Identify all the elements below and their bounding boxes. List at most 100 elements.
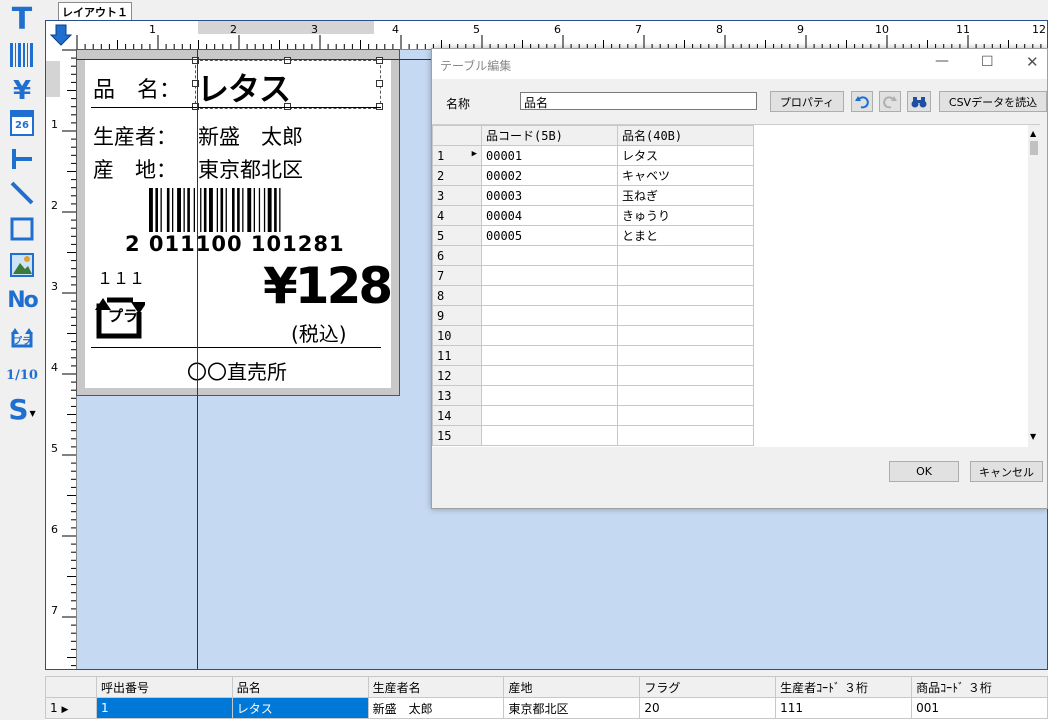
code-cell[interactable] [481, 265, 618, 286]
code-cell[interactable] [481, 425, 618, 446]
date-tool-icon[interactable]: 26 [6, 108, 38, 138]
property-button[interactable]: プロパティ [770, 91, 844, 112]
row-header[interactable]: 12 [432, 365, 482, 386]
table-row[interactable]: 7 [432, 265, 754, 286]
code-cell[interactable]: 00003 [481, 185, 618, 206]
name-cell[interactable] [617, 425, 754, 446]
rectangle-tool-icon[interactable] [6, 214, 38, 244]
code-cell[interactable] [481, 365, 618, 386]
cell-selected[interactable]: レタス [231, 697, 369, 719]
load-csv-button[interactable]: CSVデータを読込 [939, 91, 1047, 112]
redo-icon[interactable] [879, 91, 901, 112]
code-cell[interactable] [481, 345, 618, 366]
selection-box[interactable] [195, 60, 381, 109]
row-header[interactable]: 9 [432, 305, 482, 326]
number-tool-icon[interactable]: No [6, 285, 39, 315]
fraction-tool-icon[interactable]: 1/10 [6, 360, 38, 390]
name-cell[interactable] [617, 305, 754, 326]
table-row[interactable]: 1 ▶ 00001 レタス [432, 145, 754, 166]
column-header[interactable]: 産地 [503, 676, 641, 698]
scroll-down-icon[interactable]: ▼ [1030, 432, 1036, 441]
code-cell[interactable] [481, 285, 618, 306]
vertical-guide-line[interactable] [197, 49, 198, 669]
column-header-code[interactable]: 品コード(5B) [481, 125, 618, 146]
name-cell[interactable] [617, 405, 754, 426]
vertical-scrollbar[interactable]: ▲ ▼ [1028, 125, 1040, 447]
row-header[interactable]: 8 [432, 285, 482, 306]
find-binoculars-icon[interactable] [907, 91, 931, 112]
code-cell[interactable] [481, 385, 618, 406]
column-header[interactable]: フラグ [639, 676, 777, 698]
table-row[interactable]: 8 [432, 285, 754, 306]
table-row[interactable]: 3 00003 玉ねぎ [432, 185, 754, 206]
row-header[interactable]: 11 [432, 345, 482, 366]
code-cell[interactable]: 00005 [481, 225, 618, 246]
close-icon[interactable]: ✕ [1026, 53, 1039, 71]
name-input[interactable]: 品名 [520, 92, 757, 110]
diagonal-line-tool-icon[interactable] [6, 178, 38, 208]
table-row[interactable]: 14 [432, 405, 754, 426]
image-tool-icon[interactable] [6, 250, 38, 280]
table-cell[interactable]: 東京都北区 [503, 697, 641, 719]
table-row[interactable]: 4 00004 きゅうり [432, 205, 754, 226]
dialog-titlebar[interactable]: テーブル編集 — ☐ ✕ [432, 49, 1047, 79]
symbol-tool-icon[interactable]: S ▼ [6, 393, 38, 426]
table-row[interactable]: 10 [432, 325, 754, 346]
table-row[interactable]: 13 [432, 385, 754, 406]
column-header[interactable]: 生産者ｺｰﾄﾞ ３桁 [775, 676, 913, 698]
row-header[interactable]: 10 [432, 325, 482, 346]
code-cell[interactable] [481, 245, 618, 266]
row-header[interactable]: 13 [432, 385, 482, 406]
code-cell[interactable] [481, 405, 618, 426]
table-row[interactable]: 15 [432, 425, 754, 446]
row-header[interactable]: 4 [432, 205, 482, 226]
table-row[interactable]: 9 [432, 305, 754, 326]
barcode-tool-icon[interactable] [6, 40, 38, 70]
ok-button[interactable]: OK [889, 461, 959, 482]
table-row[interactable]: 2 00002 キャベツ [432, 165, 754, 186]
name-cell[interactable]: キャベツ [617, 165, 754, 186]
name-cell[interactable] [617, 285, 754, 306]
resize-handle[interactable] [376, 80, 383, 87]
column-header[interactable]: 品名 [231, 676, 369, 698]
ruler-corner[interactable] [46, 21, 77, 50]
producer-value[interactable]: 新盛 太郎 [198, 121, 303, 151]
name-cell[interactable] [617, 245, 754, 266]
name-cell[interactable]: レタス [617, 145, 754, 166]
cancel-button[interactable]: キャンセル [970, 461, 1043, 482]
price-tool-icon[interactable]: ¥ [6, 76, 38, 106]
name-cell[interactable] [617, 265, 754, 286]
table-row[interactable]: 11 [432, 345, 754, 366]
code-cell[interactable] [481, 305, 618, 326]
row-header[interactable]: 6 [432, 245, 482, 266]
horizontal-guide-line[interactable] [76, 59, 432, 60]
row-header[interactable]: 3 [432, 185, 482, 206]
name-cell[interactable]: とまと [617, 225, 754, 246]
tax-note[interactable]: (税込) [291, 318, 347, 347]
recycle-mark-tool-icon[interactable]: プラ [6, 322, 38, 352]
scrollbar-thumb[interactable] [1030, 141, 1038, 155]
name-cell[interactable]: きゅうり [617, 205, 754, 226]
name-cell[interactable] [617, 325, 754, 346]
column-header[interactable]: 商品ｺｰﾄﾞ ３桁 [911, 676, 1048, 698]
table-row[interactable]: 5 00005 とまと [432, 225, 754, 246]
price-value[interactable]: ¥128 [263, 257, 393, 315]
scroll-up-icon[interactable]: ▲ [1030, 129, 1036, 138]
column-header[interactable]: 生産者名 [367, 676, 505, 698]
table-cell[interactable]: 新盛 太郎 [367, 697, 505, 719]
minimize-icon[interactable]: — [935, 53, 949, 69]
row-header[interactable]: 15 [432, 425, 482, 446]
maximize-icon[interactable]: ☐ [981, 54, 994, 70]
name-cell[interactable]: 玉ねぎ [617, 185, 754, 206]
text-tool-icon[interactable]: T [6, 2, 38, 37]
name-cell[interactable] [617, 365, 754, 386]
code-cell[interactable]: 00004 [481, 205, 618, 226]
row-header[interactable]: 7 [432, 265, 482, 286]
cell-selected[interactable]: 1 [95, 697, 233, 719]
row-header[interactable]: 1 ▶ [432, 145, 482, 166]
label-face[interactable]: 品 名： レタス 生産者： 新盛 太郎 産 地： 東京都北区 2 011100 … [85, 57, 393, 388]
table-row[interactable]: 12 [432, 365, 754, 386]
column-header-name[interactable]: 品名(40B) [617, 125, 754, 146]
undo-icon[interactable] [851, 91, 873, 112]
row-header[interactable]: 14 [432, 405, 482, 426]
